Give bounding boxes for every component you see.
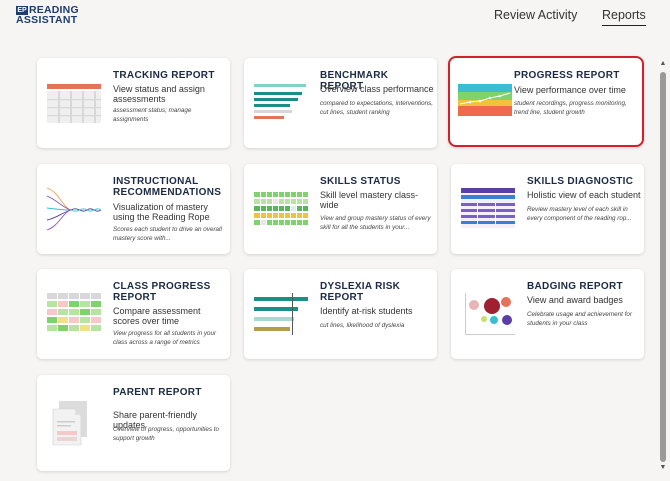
class-progress-report-card[interactable]: CLASS PROGRESS REPORT Compare assessment… bbox=[37, 269, 230, 359]
top-header: EP READING ASSISTANT Review Activity Rep… bbox=[0, 0, 670, 38]
card-description: View and group mastery status of every s… bbox=[320, 215, 431, 231]
parent-report-card[interactable]: PARENT REPORT Share parent-friendly upda… bbox=[37, 375, 230, 471]
benchmark-bars-icon bbox=[254, 84, 306, 119]
card-description: Scores each student to drive an overall … bbox=[113, 226, 222, 242]
tracking-report-card[interactable]: TRACKING REPORT View status and assign a… bbox=[37, 58, 230, 148]
dyslexia-bars-icon bbox=[254, 293, 308, 335]
card-description: Review mastery level of each skill in ev… bbox=[527, 206, 632, 222]
card-subtitle: Compare assessment scores over time bbox=[113, 306, 201, 326]
parent-document-icon bbox=[52, 401, 87, 446]
bubble-chart-icon bbox=[465, 293, 515, 335]
scroll-down-arrow-icon[interactable]: ▼ bbox=[659, 464, 667, 472]
skills-status-card[interactable]: SKILLS STATUS Skill level mastery class-… bbox=[244, 164, 437, 254]
scroll-thumb[interactable] bbox=[660, 72, 666, 462]
card-title: DYSLEXIA RISK REPORT bbox=[320, 281, 401, 303]
card-subtitle: Visualization of mastery using the Readi… bbox=[113, 202, 210, 222]
card-subtitle: Holistic view of each student bbox=[527, 190, 641, 200]
class-progress-grid-icon bbox=[47, 293, 101, 331]
card-description: student recordings, progress monitoring,… bbox=[514, 100, 627, 116]
card-description: View progress for all students in your c… bbox=[113, 330, 217, 346]
card-title: PARENT REPORT bbox=[113, 387, 202, 398]
card-description: Overview of progress, opportunities to s… bbox=[113, 426, 220, 442]
skills-diagnostic-card[interactable]: SKILLS DIAGNOSTIC Holistic view of each … bbox=[451, 164, 644, 254]
instructional-recommendations-card[interactable]: INSTRUCTIONAL RECOMMENDATIONS Visualizat… bbox=[37, 164, 230, 254]
progress-report-card[interactable]: PROGRESS REPORT View performance over ti… bbox=[448, 56, 644, 147]
card-title: SKILLS STATUS bbox=[320, 176, 401, 187]
card-subtitle: View and award badges bbox=[527, 295, 623, 305]
badging-report-card[interactable]: BADGING REPORT View and award badges Cel… bbox=[451, 269, 644, 359]
card-description: cut lines, likelihood of dyslexia bbox=[320, 322, 405, 329]
dyslexia-risk-report-card[interactable]: DYSLEXIA RISK REPORT Identify at-risk st… bbox=[244, 269, 437, 359]
card-subtitle: Identify at-risk students bbox=[320, 306, 413, 316]
card-title: INSTRUCTIONAL RECOMMENDATIONS bbox=[113, 176, 222, 198]
benchmark-report-card[interactable]: BENCHMARK REPORT Overview class performa… bbox=[244, 58, 437, 148]
card-title: SKILLS DIAGNOSTIC bbox=[527, 176, 634, 187]
card-title: BADGING REPORT bbox=[527, 281, 623, 292]
reading-assistant-logo[interactable]: EP READING ASSISTANT bbox=[16, 5, 79, 26]
card-description: assessment status; manage assignments bbox=[113, 107, 192, 123]
card-subtitle: View performance over time bbox=[514, 85, 626, 95]
vertical-scrollbar[interactable]: ▲ ▼ bbox=[659, 60, 667, 472]
diagnostic-table-icon bbox=[461, 188, 515, 228]
logo-text-bottom: ASSISTANT bbox=[16, 14, 78, 26]
card-title: CLASS PROGRESS REPORT bbox=[113, 281, 211, 303]
scroll-up-arrow-icon[interactable]: ▲ bbox=[659, 60, 667, 68]
card-description: compared to expectations, interventions,… bbox=[320, 100, 434, 116]
skills-heatmap-icon bbox=[254, 192, 308, 225]
nav-review-activity[interactable]: Review Activity bbox=[494, 8, 577, 22]
card-subtitle: Overview class performance bbox=[320, 84, 434, 94]
card-title: PROGRESS REPORT bbox=[514, 70, 620, 81]
card-subtitle: Skill level mastery class-wide bbox=[320, 190, 419, 210]
reading-rope-icon bbox=[46, 187, 102, 231]
card-subtitle: View status and assign assessments bbox=[113, 84, 205, 104]
nav-reports[interactable]: Reports bbox=[602, 8, 646, 26]
card-title: TRACKING REPORT bbox=[113, 70, 215, 81]
card-description: Celebrate usage and achievement for stud… bbox=[527, 311, 633, 327]
progress-chart-icon bbox=[458, 84, 512, 116]
tracking-grid-icon bbox=[47, 84, 101, 123]
